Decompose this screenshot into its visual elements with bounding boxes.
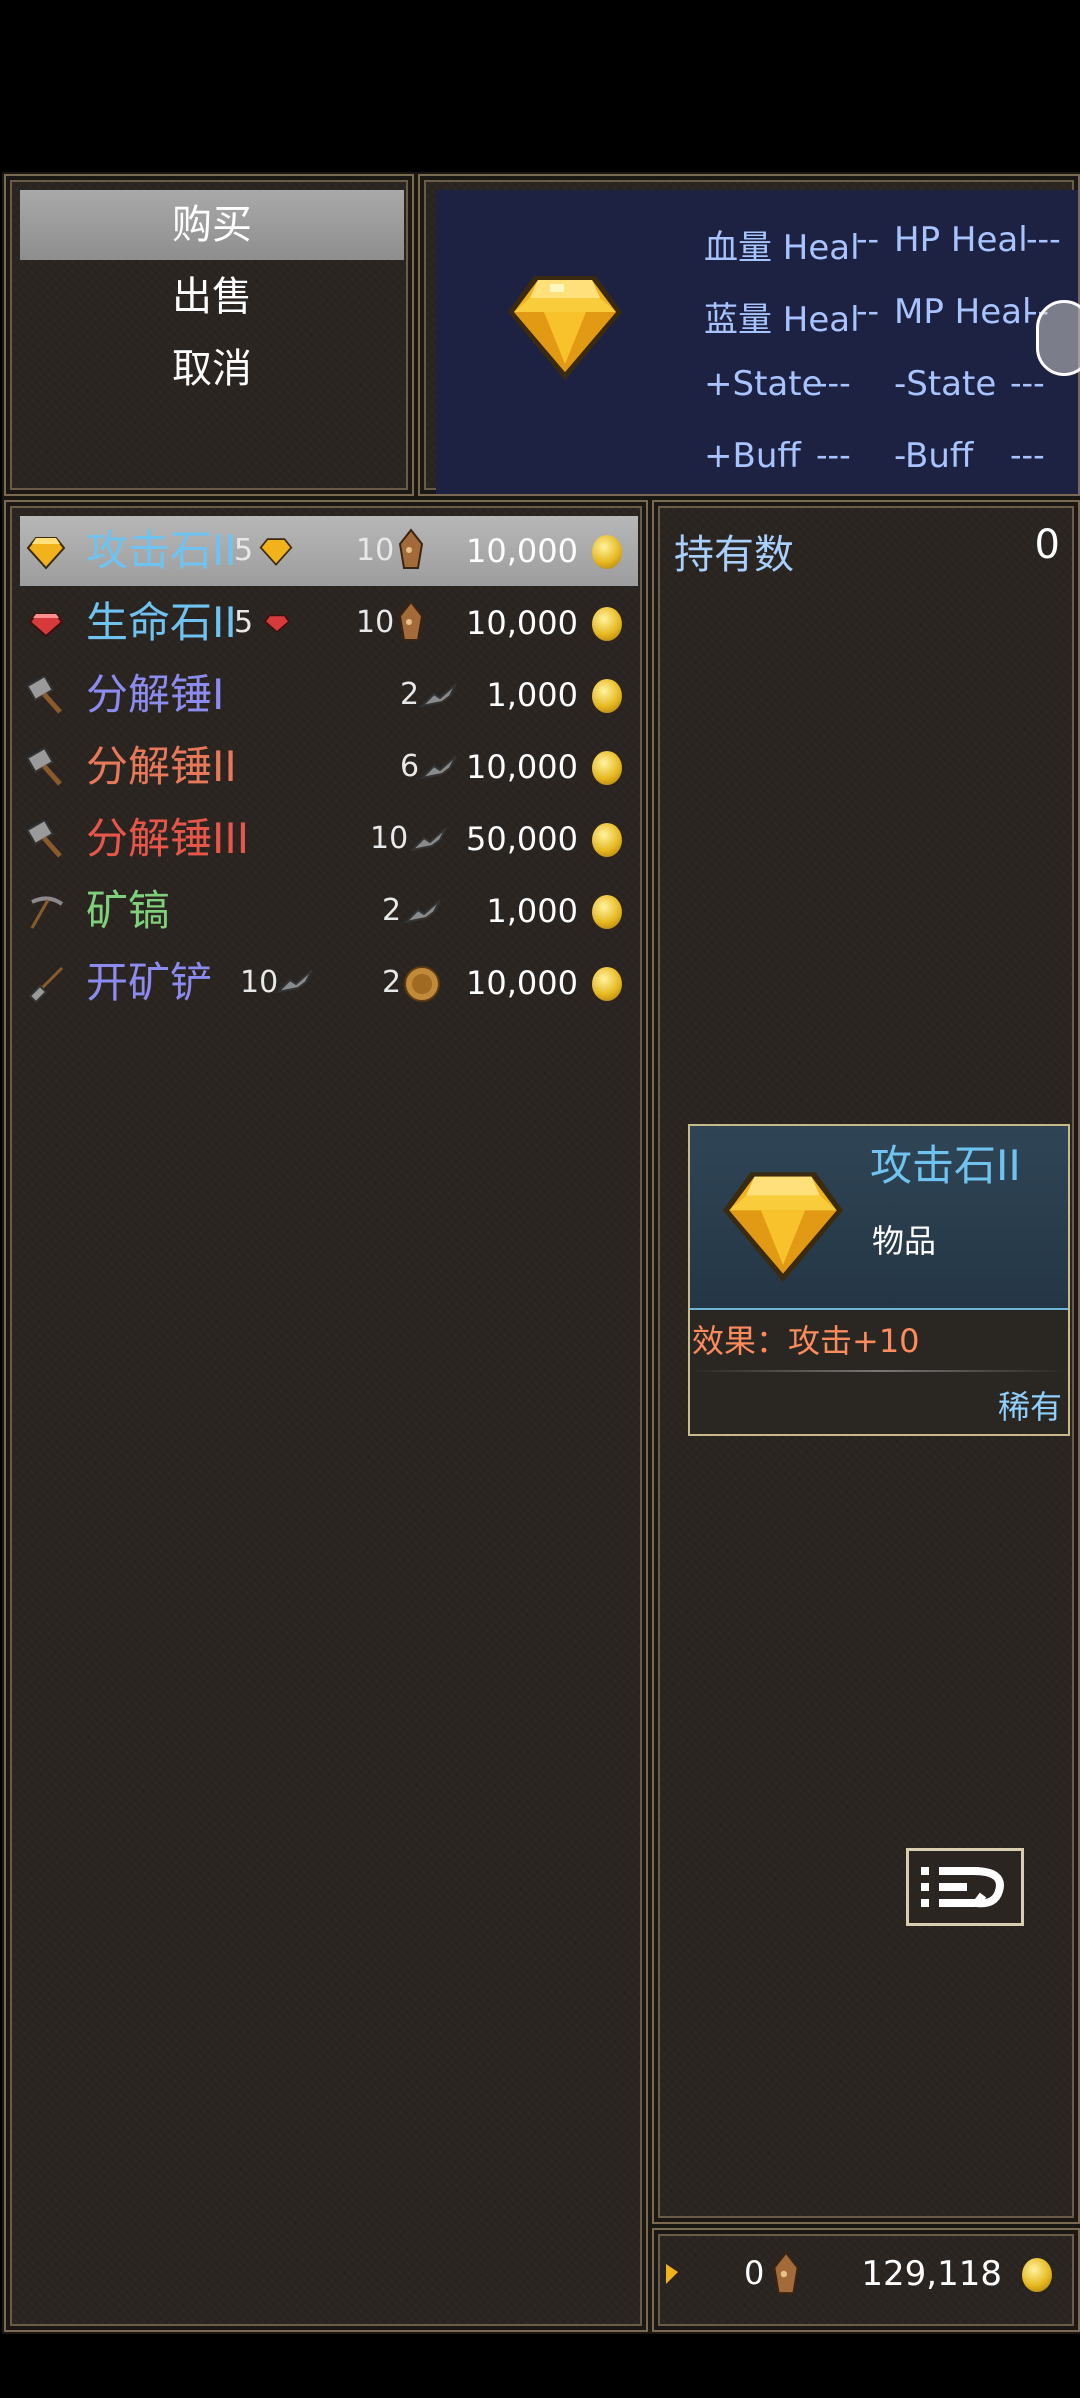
item-price: 10,000	[466, 748, 578, 786]
status-right-dash-4: ---	[1010, 436, 1045, 474]
item-price: 10,000	[466, 532, 578, 570]
item-req-2: 10	[356, 533, 395, 568]
buy-command[interactable]: 购买	[20, 190, 404, 260]
item-info-window: 持有数 0 攻击石II 物品 效果：攻击+10 稀有	[652, 500, 1080, 2224]
shop-item-row[interactable]: 开矿铲 10 2 10,000	[20, 948, 638, 1018]
shop-item-row[interactable]: 分解锤II 6 10,000	[20, 732, 638, 802]
status-right-dash-3: ---	[1010, 364, 1045, 402]
gold-gem-icon	[723, 1172, 843, 1282]
hammer-icon	[26, 748, 62, 786]
item-name: 生命石II	[86, 598, 237, 647]
cancel-command[interactable]: 取消	[20, 334, 404, 404]
item-name: 矿镐	[86, 886, 171, 935]
gold-coin-icon	[592, 895, 622, 929]
item-name: 开矿铲	[86, 958, 213, 1007]
item-req-2: 6	[400, 749, 420, 784]
status-left-dash-2: --	[856, 292, 880, 330]
item-price: 50,000	[466, 820, 578, 858]
status-window: 血量 Heal -- HP Heal --- 蓝量 Heal -- MP Hea…	[418, 174, 1080, 496]
status-left-dash-4: ---	[816, 436, 851, 474]
command-window: 购买 出售 取消	[4, 174, 414, 496]
item-price: 1,000	[486, 676, 578, 714]
item-req-1: 5	[234, 533, 254, 568]
card-header: 攻击石II 物品	[690, 1126, 1068, 1310]
scrap-icon	[276, 969, 313, 994]
shop-item-row[interactable]: 生命石II 5 10 10,000	[20, 588, 638, 658]
pickaxe-icon	[30, 896, 64, 929]
gold-gem-icon	[508, 276, 622, 380]
item-req-2: 2	[400, 677, 420, 712]
ore-icon	[398, 600, 424, 641]
item-price: 10,000	[466, 964, 578, 1002]
item-price: 10,000	[466, 604, 578, 642]
shovel-icon	[28, 966, 64, 1004]
bronze-medal-icon	[404, 966, 440, 1002]
sort-button[interactable]	[906, 1848, 1024, 1926]
item-req-1: 10	[240, 965, 279, 1000]
item-req-1: 5	[234, 605, 254, 640]
shop-item-row[interactable]: 分解锤III 10 50,000	[20, 804, 638, 874]
gold-coin-icon	[592, 607, 622, 641]
owned-count-label: 持有数	[674, 532, 794, 578]
sell-command[interactable]: 出售	[20, 262, 404, 332]
item-req-2: 10	[356, 605, 395, 640]
gold-coin-icon	[1022, 2258, 1052, 2292]
item-name: 分解锤I	[86, 670, 225, 719]
overlay-handle[interactable]	[1036, 300, 1080, 376]
status-right-dash-1: ---	[1026, 220, 1061, 258]
gold-gem-icon	[26, 537, 66, 570]
red-gem-icon	[263, 614, 291, 633]
gold-coin-icon	[592, 535, 622, 569]
card-item-name: 攻击石II	[870, 1141, 1021, 1190]
status-left-dash-1: --	[856, 220, 880, 258]
hammer-icon	[26, 820, 62, 858]
status-panel: 血量 Heal -- HP Heal --- 蓝量 Heal -- MP Hea…	[436, 190, 1078, 494]
item-req-2: 2	[382, 893, 402, 928]
shop-item-row[interactable]: 攻击石II 5 10 10,000	[20, 516, 638, 586]
gold-coin-icon	[592, 751, 622, 785]
red-gem-icon	[28, 613, 64, 638]
item-name: 分解锤III	[86, 814, 250, 863]
gem-fragment-icon	[666, 2264, 678, 2284]
gold-coin-icon	[592, 679, 622, 713]
currency-window: 0 129,118	[652, 2228, 1080, 2332]
card-item-type: 物品	[872, 1222, 937, 1260]
gold-coin-icon	[592, 823, 622, 857]
shop-item-row[interactable]: 分解锤I 2 1,000	[20, 660, 638, 730]
ore-icon	[398, 528, 424, 569]
card-item-effect: 效果：攻击+10	[692, 1322, 920, 1360]
item-req-2: 2	[382, 965, 402, 1000]
item-price: 1,000	[486, 892, 578, 930]
ore-icon	[773, 2250, 799, 2295]
sort-icon	[921, 1867, 1004, 1908]
scrap-icon	[420, 755, 457, 780]
hammer-icon	[26, 676, 62, 714]
status-right-2: MP Heal	[894, 292, 1032, 332]
item-req-2: 10	[370, 821, 409, 856]
shop-item-row[interactable]: 矿镐 2 1,000	[20, 876, 638, 946]
scrap-icon	[420, 683, 457, 708]
item-name: 分解锤II	[86, 742, 237, 791]
card-item-rarity: 稀有	[997, 1388, 1062, 1426]
shop-list-window: 攻击石II 5 10 10,000 生命石II 5 10 10,000 分解锤I…	[4, 500, 648, 2332]
gold-coin-icon	[592, 967, 622, 1001]
card-divider	[690, 1370, 1068, 1372]
scrap-icon	[410, 827, 447, 852]
item-detail-card: 攻击石II 物品 效果：攻击+10 稀有	[688, 1124, 1070, 1436]
item-name: 攻击石II	[86, 526, 237, 575]
owned-count-value: 0	[1034, 522, 1060, 568]
gold-gem-icon	[259, 538, 293, 566]
status-right-1: HP Heal	[894, 220, 1028, 260]
status-left-dash-3: ---	[816, 364, 851, 402]
scrap-icon	[404, 899, 441, 924]
gold-amount: 129,118	[861, 2254, 1002, 2294]
ore-count: 0	[744, 2254, 765, 2292]
